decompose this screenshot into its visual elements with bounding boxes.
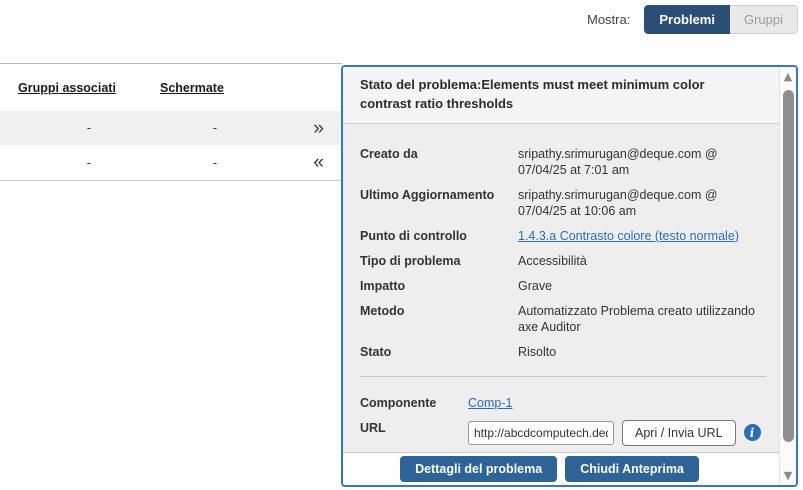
field-label: Componente (360, 395, 468, 411)
show-label: Mostra: (587, 12, 630, 27)
cell-schermate: - (160, 121, 270, 135)
section-divider (360, 376, 766, 377)
expand-preview-icon[interactable]: » (313, 119, 342, 138)
info-icon[interactable]: i (744, 424, 761, 441)
scroll-down-icon[interactable]: ▼ (784, 466, 792, 485)
column-header-gruppi-associati[interactable]: Gruppi associati (18, 81, 160, 95)
field-label: Creato da (360, 146, 518, 178)
page: Mostra: Problemi Gruppi Gruppi associati… (0, 0, 803, 490)
field-row-creato-da: Creato da sripathy.srimurugan@deque.com … (360, 146, 766, 178)
column-header-schermate[interactable]: Schermate (160, 81, 270, 95)
issues-table: Gruppi associati Schermate - - » - - « (0, 63, 342, 181)
table-row[interactable]: - - « (0, 145, 342, 181)
field-label: Stato (360, 344, 518, 360)
table-header-row: Gruppi associati Schermate (0, 64, 342, 111)
panel-title: Stato del problema:Elements must meet mi… (343, 67, 796, 124)
cell-gruppi-associati: - (18, 156, 160, 170)
toggle-problemi[interactable]: Problemi (644, 5, 730, 34)
scrollbar-thumb[interactable] (783, 90, 794, 442)
component-link[interactable]: Comp-1 (468, 396, 512, 410)
checkpoint-link[interactable]: 1.4.3.a Contrasto colore (testo normale) (518, 229, 739, 243)
scroll-up-icon[interactable]: ▲ (784, 67, 792, 86)
field-label: Tipo di problema (360, 253, 518, 269)
show-toggle-bar: Mostra: Problemi Gruppi (587, 5, 798, 34)
field-label: Impatto (360, 278, 518, 294)
cell-schermate: - (160, 156, 270, 170)
panel-scrollbar[interactable]: ▲ ▼ (779, 67, 796, 485)
field-row-punto-di-controllo: Punto di controllo 1.4.3.a Contrasto col… (360, 228, 766, 244)
field-row-impatto: Impatto Grave (360, 278, 766, 294)
field-row-url: URL Apri / Invia URL i (360, 420, 766, 446)
field-label: URL (360, 420, 468, 436)
field-value: Automatizzato Problema creato utilizzand… (518, 303, 766, 335)
field-label: Metodo (360, 303, 518, 335)
field-value: sripathy.srimurugan@deque.com @ 07/04/25… (518, 187, 766, 219)
collapse-preview-icon[interactable]: « (313, 153, 342, 172)
panel-footer: Dettagli del problema Chiudi Anteprima (343, 452, 796, 485)
field-row-componente: Componente Comp-1 (360, 395, 766, 411)
field-value: Risolto (518, 344, 556, 360)
close-preview-button[interactable]: Chiudi Anteprima (565, 456, 699, 482)
panel-body: Creato da sripathy.srimurugan@deque.com … (343, 124, 796, 452)
field-row-ultimo-aggiornamento: Ultimo Aggiornamento sripathy.srimurugan… (360, 187, 766, 219)
cell-gruppi-associati: - (18, 121, 160, 135)
table-row[interactable]: - - » (0, 111, 342, 145)
field-label: Punto di controllo (360, 228, 518, 244)
field-value: Grave (518, 278, 552, 294)
field-row-metodo: Metodo Automatizzato Problema creato uti… (360, 303, 766, 335)
field-value: sripathy.srimurugan@deque.com @ 07/04/25… (518, 146, 766, 178)
field-row-tipo-di-problema: Tipo di problema Accessibilità (360, 253, 766, 269)
field-row-stato: Stato Risolto (360, 344, 766, 360)
open-send-url-button[interactable]: Apri / Invia URL (622, 420, 736, 446)
issue-details-button[interactable]: Dettagli del problema (400, 456, 557, 482)
field-label: Ultimo Aggiornamento (360, 187, 518, 219)
view-toggle-group: Problemi Gruppi (644, 5, 798, 34)
toggle-gruppi[interactable]: Gruppi (730, 5, 798, 34)
url-input[interactable] (468, 421, 614, 445)
issue-preview-panel: Stato del problema:Elements must meet mi… (341, 65, 798, 487)
field-value: Accessibilità (518, 253, 587, 269)
